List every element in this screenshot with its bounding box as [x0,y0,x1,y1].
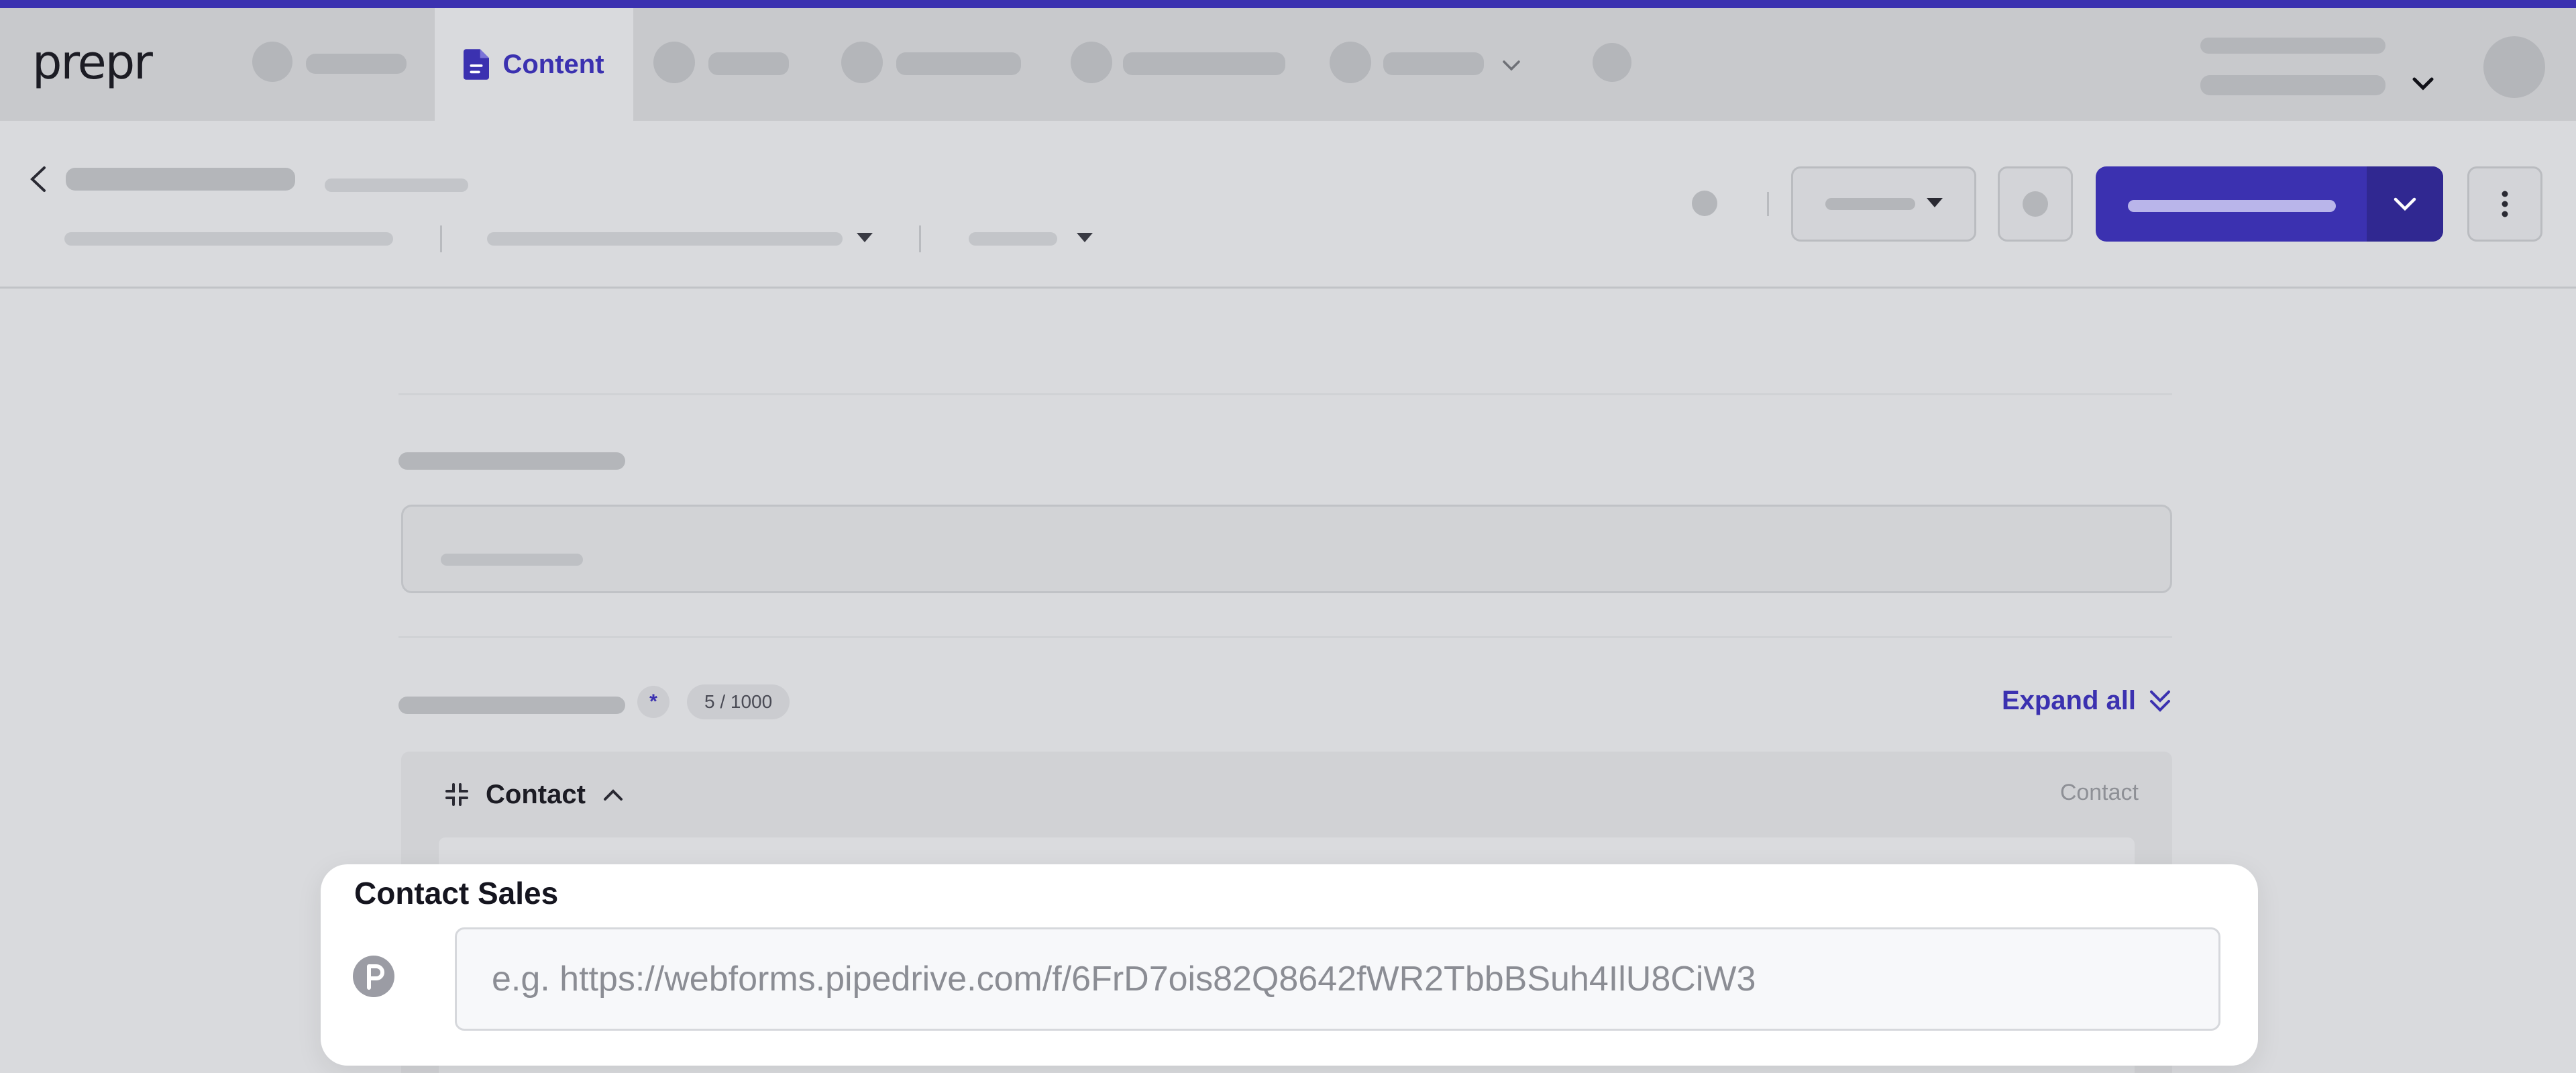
double-chevron-down-icon [2150,690,2170,712]
publish-button[interactable] [2096,166,2443,242]
nav-tab-content-label: Content [502,49,604,79]
nav-item-icon[interactable] [1593,43,1631,82]
item-header [0,121,2576,289]
meta-divider [440,225,442,252]
contact-sales-field-panel: Contact Sales [321,864,2258,1066]
locale-select-button[interactable] [1791,166,1976,242]
account-name-masked[interactable] [2200,38,2385,54]
item-subtitle-masked [325,178,468,192]
nav-item-icon[interactable] [252,42,292,82]
kebab-menu-icon [2502,191,2508,217]
preview-button[interactable] [1998,166,2073,242]
account-workspace-masked[interactable] [2200,75,2385,95]
field-label-masked [398,452,625,470]
component-type-label: Contact [2059,780,2139,805]
stack-field-label-masked [398,697,625,714]
caret-down-icon [1927,198,1943,207]
nav-item-icon[interactable] [653,42,695,83]
meta-divider [919,225,921,252]
caret-down-icon[interactable] [1075,231,1095,244]
item-meta-masked [64,232,393,246]
nav-item-icon[interactable] [1330,42,1371,83]
pipedrive-icon [353,956,394,997]
account-chevron-icon[interactable] [2411,75,2435,94]
pipedrive-url-input[interactable] [455,927,2220,1031]
nav-item-label-masked[interactable] [306,54,407,74]
publish-button-label-masked [2128,200,2336,212]
nav-item-icon[interactable] [1071,42,1112,83]
collapse-arrows-icon[interactable] [444,782,470,807]
text-field-value-masked [441,554,583,566]
publish-options-button[interactable] [2367,166,2443,242]
nav-item-label-masked[interactable] [1123,52,1285,75]
user-avatar[interactable] [2483,36,2545,98]
text-field-masked[interactable] [401,505,2172,593]
contact-sales-label: Contact Sales [354,876,559,911]
section-divider [398,636,2172,638]
brand-logo[interactable]: prepr [32,35,153,90]
item-count-badge: 5 / 1000 [687,684,790,719]
component-header[interactable]: Contact [401,752,2172,837]
locale-select-label-masked [1825,198,1915,210]
preview-icon-masked [2023,191,2048,217]
caret-down-icon[interactable] [855,231,875,244]
expand-all-label: Expand all [2001,686,2136,715]
chevron-down-icon [2394,197,2416,211]
top-navigation: prepr Content [0,8,2576,121]
status-dot [1692,191,1717,216]
nav-item-label-masked[interactable] [896,52,1021,75]
meta-dropdown-masked[interactable] [969,232,1057,246]
required-marker: * [637,686,669,718]
nav-item-label-masked[interactable] [1383,52,1484,75]
top-accent-bar [0,0,2576,8]
document-icon [464,49,490,80]
toolbar-divider [1767,192,1769,216]
back-arrow-icon[interactable] [27,164,50,195]
expand-all-button[interactable]: Expand all [2002,686,2172,716]
chevron-up-icon[interactable] [602,786,625,803]
more-options-button[interactable] [2467,166,2542,242]
meta-dropdown-masked[interactable] [487,232,843,246]
component-name: Contact [486,779,586,809]
nav-item-icon[interactable] [841,42,883,83]
section-divider [398,393,2172,395]
item-title-masked [66,168,295,191]
chevron-down-icon[interactable] [1501,59,1521,72]
nav-item-label-masked[interactable] [708,52,789,75]
nav-tab-content[interactable]: Content [435,8,633,121]
